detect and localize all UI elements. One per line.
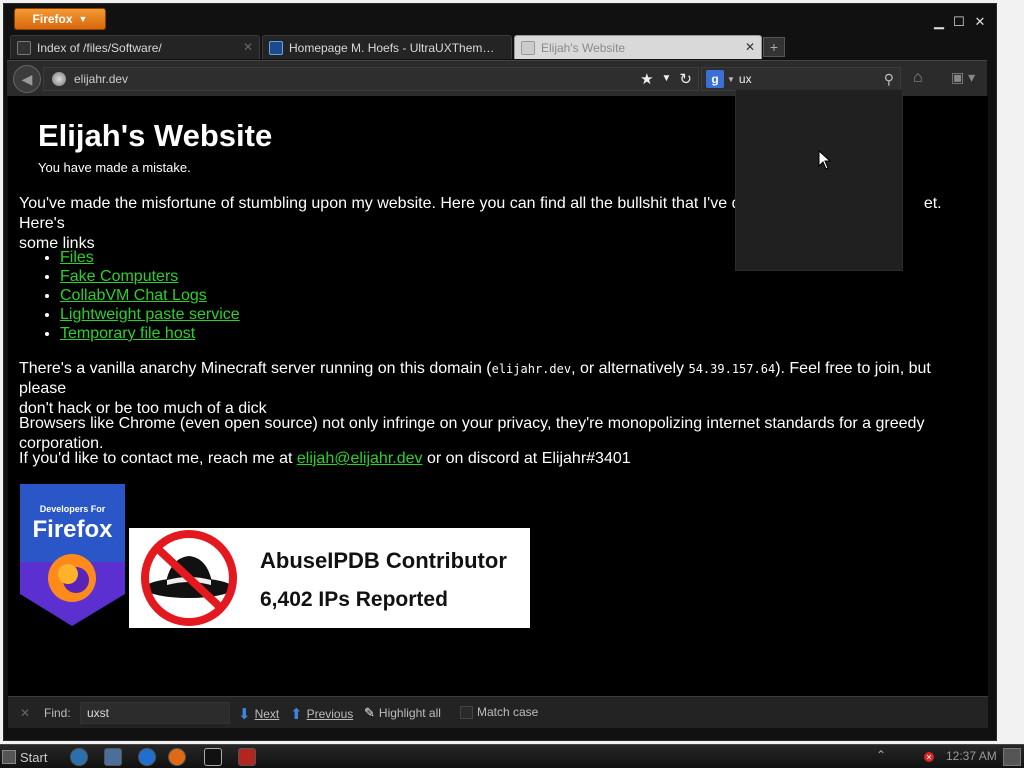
highlight-all-button[interactable]: ✎ Highlight all: [364, 705, 441, 721]
firefox-developer-badge[interactable]: Developers For Firefox: [20, 484, 125, 626]
list-item: CollabVM Chat Logs: [60, 286, 240, 305]
page-title: Elijah's Website: [38, 118, 273, 153]
arrow-down-icon: ⬇: [238, 706, 251, 723]
taskbar-clock[interactable]: 12:37 AM: [946, 749, 997, 763]
close-find-bar-icon[interactable]: ✕: [20, 706, 30, 720]
show-desktop-icon[interactable]: [1003, 748, 1021, 766]
tab-index-files[interactable]: Index of /files/Software/ ✕: [10, 35, 260, 59]
minecraft-domain: elijahr.dev: [491, 362, 572, 376]
bookmark-star-icon[interactable]: ★: [640, 70, 653, 88]
firefox-menu-button[interactable]: Firefox ▼: [14, 8, 106, 30]
match-case-label: Match case: [477, 705, 539, 719]
contact-paragraph: If you'd like to contact me, reach me at…: [19, 449, 979, 469]
minecraft-paragraph: There's a vanilla anarchy Minecraft serv…: [19, 359, 979, 419]
find-next-button[interactable]: ⬇ Next: [238, 705, 279, 723]
close-tab-icon[interactable]: ✕: [745, 40, 755, 54]
find-bar: ✕ Find: uxst ⬇ Next ⬆ Previous ✎ Highlig…: [8, 696, 988, 728]
tray-expand-icon[interactable]: ⌃: [876, 748, 886, 762]
list-item: Lightweight paste service: [60, 305, 240, 324]
windows-logo-icon: [2, 750, 16, 764]
link-temp-file-host[interactable]: Temporary file host: [60, 325, 195, 342]
internet-explorer-icon[interactable]: [138, 748, 156, 766]
tools-menu-icon[interactable]: ▣ ▾: [951, 69, 981, 89]
url-text: elijahr.dev: [74, 72, 129, 86]
highlighter-icon: ✎: [364, 705, 375, 720]
minecraft-text-1: There's a vanilla anarchy Minecraft serv…: [19, 360, 492, 377]
abuse-title: AbuseIPDB Contributor: [260, 548, 507, 573]
maximize-button[interactable]: ☐: [950, 14, 968, 30]
explorer-icon[interactable]: [104, 748, 122, 766]
taskbar: Start ⌃ ✕ 12:37 AM: [0, 744, 1024, 768]
no-black-hat-icon: [141, 530, 237, 626]
chevron-down-icon[interactable]: ▼: [727, 75, 735, 84]
minecraft-text-2: , or alternatively: [571, 360, 689, 377]
abuseipdb-badge[interactable]: AbuseIPDB Contributor 6,402 IPs Reported: [129, 528, 530, 628]
find-previous-button[interactable]: ⬆ Previous: [290, 705, 353, 723]
new-tab-button[interactable]: +: [763, 37, 785, 57]
link-fake-computers[interactable]: Fake Computers: [60, 268, 178, 285]
command-prompt-icon[interactable]: [204, 748, 222, 766]
arrow-up-icon: ⬆: [290, 706, 303, 723]
list-item: Temporary file host: [60, 324, 240, 343]
browser-quicklaunch-icon[interactable]: [70, 748, 88, 766]
page-icon: [521, 40, 535, 55]
close-tab-icon[interactable]: ✕: [243, 40, 253, 54]
checkbox-icon: [460, 705, 473, 719]
abuse-count: 6,402 IPs Reported: [260, 588, 448, 611]
contact-email-link[interactable]: elijah@elijahr.dev: [297, 450, 423, 467]
tab-title: Homepage M. Hoefs - UltraUXTheme...: [289, 40, 497, 55]
globe-icon: [52, 72, 66, 86]
tab-elijahs-website[interactable]: Elijah's Website ✕: [514, 35, 762, 59]
find-label: Find:: [44, 706, 71, 720]
tab-homepage-hoefs[interactable]: Homepage M. Hoefs - UltraUXTheme...: [262, 35, 512, 59]
search-input[interactable]: ux: [739, 72, 752, 86]
history-dropdown-icon[interactable]: ▼: [662, 70, 672, 88]
search-icon[interactable]: ⚲: [884, 71, 894, 88]
highlight-all-label: Highlight all: [378, 706, 441, 720]
page-icon: [269, 40, 283, 55]
page-subtitle: You have made a mistake.: [38, 160, 191, 175]
start-button[interactable]: Start: [2, 747, 47, 767]
close-window-button[interactable]: ✕: [971, 14, 989, 30]
link-paste-service[interactable]: Lightweight paste service: [60, 306, 240, 323]
list-item: Fake Computers: [60, 267, 240, 286]
app-taskbar-icon[interactable]: [238, 748, 256, 766]
intro-text-a: You've made the misfortune of stumbling …: [19, 195, 770, 212]
contact-text-2: or on discord at Elijahr#3401: [422, 450, 631, 467]
link-collabvm-chat-logs[interactable]: CollabVM Chat Logs: [60, 287, 207, 304]
search-suggestions-dropdown[interactable]: [735, 89, 903, 271]
network-error-icon[interactable]: ✕: [924, 752, 934, 762]
chevron-down-icon: ▼: [78, 14, 88, 24]
find-input-value: uxst: [87, 706, 110, 720]
google-icon[interactable]: g: [706, 70, 724, 88]
tab-title: Index of /files/Software/: [37, 40, 162, 55]
contact-text-1: If you'd like to contact me, reach me at: [19, 450, 297, 467]
mouse-cursor-icon: [818, 150, 832, 170]
find-next-label: Next: [254, 707, 280, 721]
list-item: Files: [60, 248, 240, 267]
home-icon[interactable]: ⌂: [913, 69, 935, 89]
find-previous-label: Previous: [306, 707, 354, 721]
minecraft-ip: 54.39.157.64: [688, 362, 776, 376]
start-label: Start: [20, 749, 48, 765]
match-case-checkbox[interactable]: Match case: [460, 705, 538, 719]
minimize-button[interactable]: ▁: [930, 14, 948, 30]
desktop-background: [997, 0, 1024, 744]
firefox-menu-label: Firefox: [32, 12, 73, 26]
search-box[interactable]: g ▼ ux ⚲: [701, 67, 901, 91]
page-icon: [17, 40, 31, 55]
firefox-taskbar-icon[interactable]: [168, 748, 186, 766]
reload-icon[interactable]: ↻: [679, 70, 692, 88]
tab-strip: Index of /files/Software/ ✕ Homepage M. …: [7, 32, 987, 60]
back-button[interactable]: ◀: [13, 65, 41, 93]
back-arrow-icon: ◀: [21, 70, 33, 87]
find-input[interactable]: uxst: [80, 702, 230, 724]
badge-big-text: Firefox: [32, 516, 113, 543]
browsers-paragraph: Browsers like Chrome (even open source) …: [19, 415, 925, 452]
badge-small-text: Developers For: [39, 504, 106, 514]
url-bar[interactable]: elijahr.dev ★ ▼ ↻: [43, 67, 699, 91]
tab-title: Elijah's Website: [541, 40, 626, 55]
link-files[interactable]: Files: [60, 249, 94, 266]
links-list: Files Fake Computers CollabVM Chat Logs …: [40, 248, 240, 343]
